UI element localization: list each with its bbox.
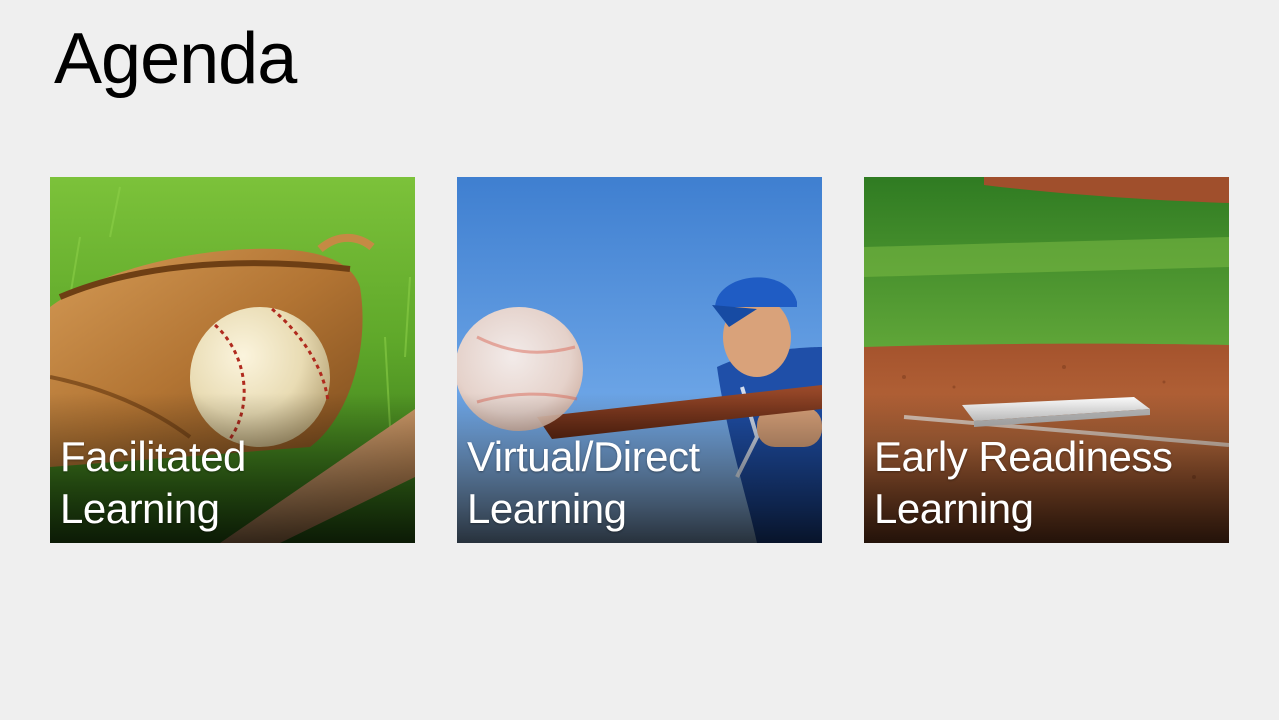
slide-title: Agenda [54, 19, 297, 99]
tile-label-line2: Learning [467, 485, 627, 532]
tile-label-line1: Facilitated [60, 433, 246, 480]
tile-label-line1: Early Readiness [874, 433, 1173, 480]
tile-label-line2: Learning [60, 485, 220, 532]
tile-label-line1: Virtual/Direct [467, 433, 700, 480]
tile-virtual-direct-learning[interactable]: Virtual/Direct Learning [457, 177, 822, 543]
tile-label-line2: Learning [874, 485, 1034, 532]
tile-facilitated-learning[interactable]: Facilitated Learning [50, 177, 415, 543]
tile-label: Virtual/Direct Learning [467, 431, 814, 535]
tile-label: Early Readiness Learning [874, 431, 1221, 535]
tile-early-readiness-learning[interactable]: Early Readiness Learning [864, 177, 1229, 543]
tile-label: Facilitated Learning [60, 431, 407, 535]
